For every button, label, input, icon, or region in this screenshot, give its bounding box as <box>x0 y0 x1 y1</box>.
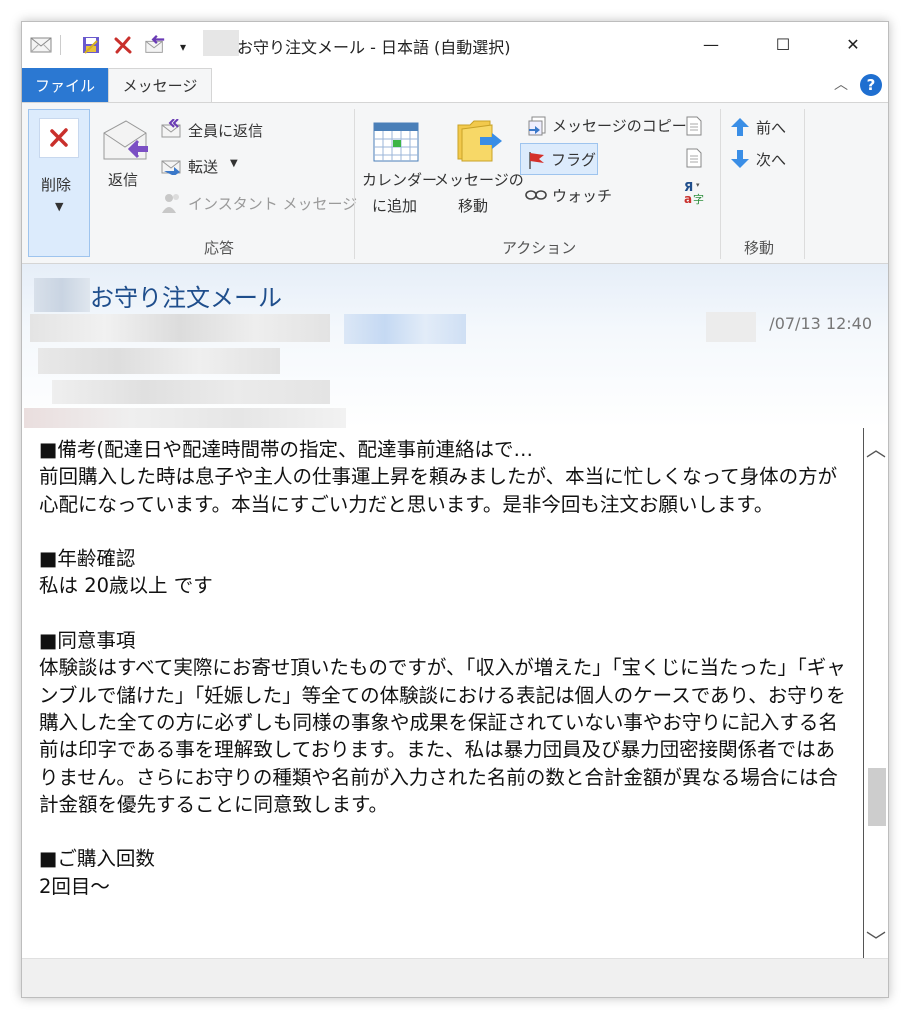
message-body: ■備考(配達日や配達時間帯の指定、配達事前連絡はで… 前回購入した時は息子や主人… <box>22 428 888 958</box>
delete-x-icon <box>39 118 79 158</box>
to-redaction <box>38 348 280 374</box>
reply-button[interactable]: 返信 <box>108 169 138 190</box>
ribbon-separator <box>804 109 805 259</box>
sender-redaction <box>34 278 90 312</box>
group-label-actions: アクション <box>502 239 577 257</box>
email-redaction <box>344 314 466 344</box>
instant-message-button[interactable]: インスタント メッセージ <box>188 193 357 214</box>
message-header: お守り注文メール /07/13 12:40 <box>22 264 888 428</box>
scroll-down-icon[interactable]: ﹀ <box>864 924 888 954</box>
collapse-ribbon-icon[interactable]: ︿ <box>834 74 848 94</box>
move-message-label-2[interactable]: 移動 <box>458 195 488 216</box>
copy-message-button[interactable]: メッセージのコピー <box>552 115 687 136</box>
delete-icon[interactable] <box>112 34 134 56</box>
watch-icon <box>524 185 548 207</box>
add-calendar-label-2[interactable]: に追加 <box>372 195 417 216</box>
down-arrow-icon <box>730 149 750 173</box>
title-redaction <box>203 30 239 56</box>
from-redaction <box>30 314 330 342</box>
flag-icon <box>527 150 547 174</box>
mail-app-icon <box>30 33 52 55</box>
close-button[interactable]: ✕ <box>830 22 876 66</box>
calendar-icon <box>372 121 420 167</box>
group-label-move: 移動 <box>744 239 775 257</box>
save-icon[interactable] <box>80 34 102 56</box>
forward-dropdown-icon[interactable]: ▼ <box>230 158 238 169</box>
scroll-up-icon[interactable]: ︿ <box>864 432 888 462</box>
status-bar <box>22 958 888 997</box>
vertical-scrollbar[interactable]: ︿ ﹀ <box>863 428 888 958</box>
ribbon-tabs: ファイル メッセージ ︿ ? <box>22 68 888 102</box>
flag-label: フラグ <box>551 151 597 169</box>
cc-redaction <box>52 380 330 404</box>
reply-qat-icon[interactable] <box>144 34 166 56</box>
svg-text:字: 字 <box>693 192 704 205</box>
misc-redaction <box>24 408 346 428</box>
watch-button[interactable]: ウォッチ <box>552 185 612 206</box>
move-folder-icon <box>454 115 504 169</box>
window-title: お守り注文メール - 日本語 (自動選択) <box>237 38 511 57</box>
tab-message[interactable]: メッセージ <box>108 68 212 102</box>
move-message-label-1[interactable]: メッセージの <box>434 169 524 190</box>
mail-window: ▾ お守り注文メール - 日本語 (自動選択) — ☐ ✕ ファイル メッセージ… <box>21 21 889 998</box>
message-date: /07/13 12:40 <box>769 314 872 333</box>
flag-button[interactable]: フラグ <box>520 143 598 175</box>
next-button[interactable]: 次へ <box>756 149 786 170</box>
reply-icon[interactable] <box>102 119 150 167</box>
add-calendar-label-1[interactable]: カレンダー <box>362 169 437 190</box>
svg-text:a: a <box>684 192 692 205</box>
scroll-thumb[interactable] <box>868 768 886 826</box>
date-redaction <box>706 312 756 342</box>
delete-label: 削除 <box>41 176 72 194</box>
minimize-button[interactable]: — <box>688 22 734 66</box>
reply-all-button[interactable]: 全員に返信 <box>188 120 263 141</box>
ribbon-separator <box>720 109 721 259</box>
document-icon[interactable] <box>684 115 704 141</box>
translate-icon[interactable]: Яa 字 ▾ <box>682 179 706 209</box>
help-icon[interactable]: ? <box>860 74 882 96</box>
title-bar: ▾ お守り注文メール - 日本語 (自動選択) — ☐ ✕ <box>22 22 888 68</box>
up-arrow-icon <box>730 117 750 141</box>
copy-message-icon <box>526 115 548 141</box>
group-label-respond: 応答 <box>204 239 235 257</box>
previous-button[interactable]: 前へ <box>756 117 786 138</box>
ribbon: 削除 ▼ 返信 全員に返信 転送 ▼ インスタント メッセージ 応答 カレンダー… <box>22 102 888 264</box>
ribbon-separator <box>354 109 355 259</box>
delete-button[interactable]: 削除 ▼ <box>28 109 90 257</box>
maximize-button[interactable]: ☐ <box>760 22 806 66</box>
svg-text:▾: ▾ <box>696 181 700 189</box>
forward-button[interactable]: 転送 <box>188 156 218 177</box>
reply-all-icon <box>160 118 184 143</box>
qat-dropdown-icon[interactable]: ▾ <box>172 36 194 58</box>
message-body-text: ■備考(配達日や配達時間帯の指定、配達事前連絡はで… 前回購入した時は息子や主人… <box>39 438 846 898</box>
forward-icon <box>160 155 184 179</box>
instant-message-icon <box>160 191 184 219</box>
tab-file[interactable]: ファイル <box>22 68 108 102</box>
delete-dropdown-icon: ▼ <box>55 200 64 213</box>
message-subject: お守り注文メール <box>90 284 282 312</box>
qat-separator <box>60 35 61 55</box>
document-icon-2[interactable] <box>684 147 704 173</box>
